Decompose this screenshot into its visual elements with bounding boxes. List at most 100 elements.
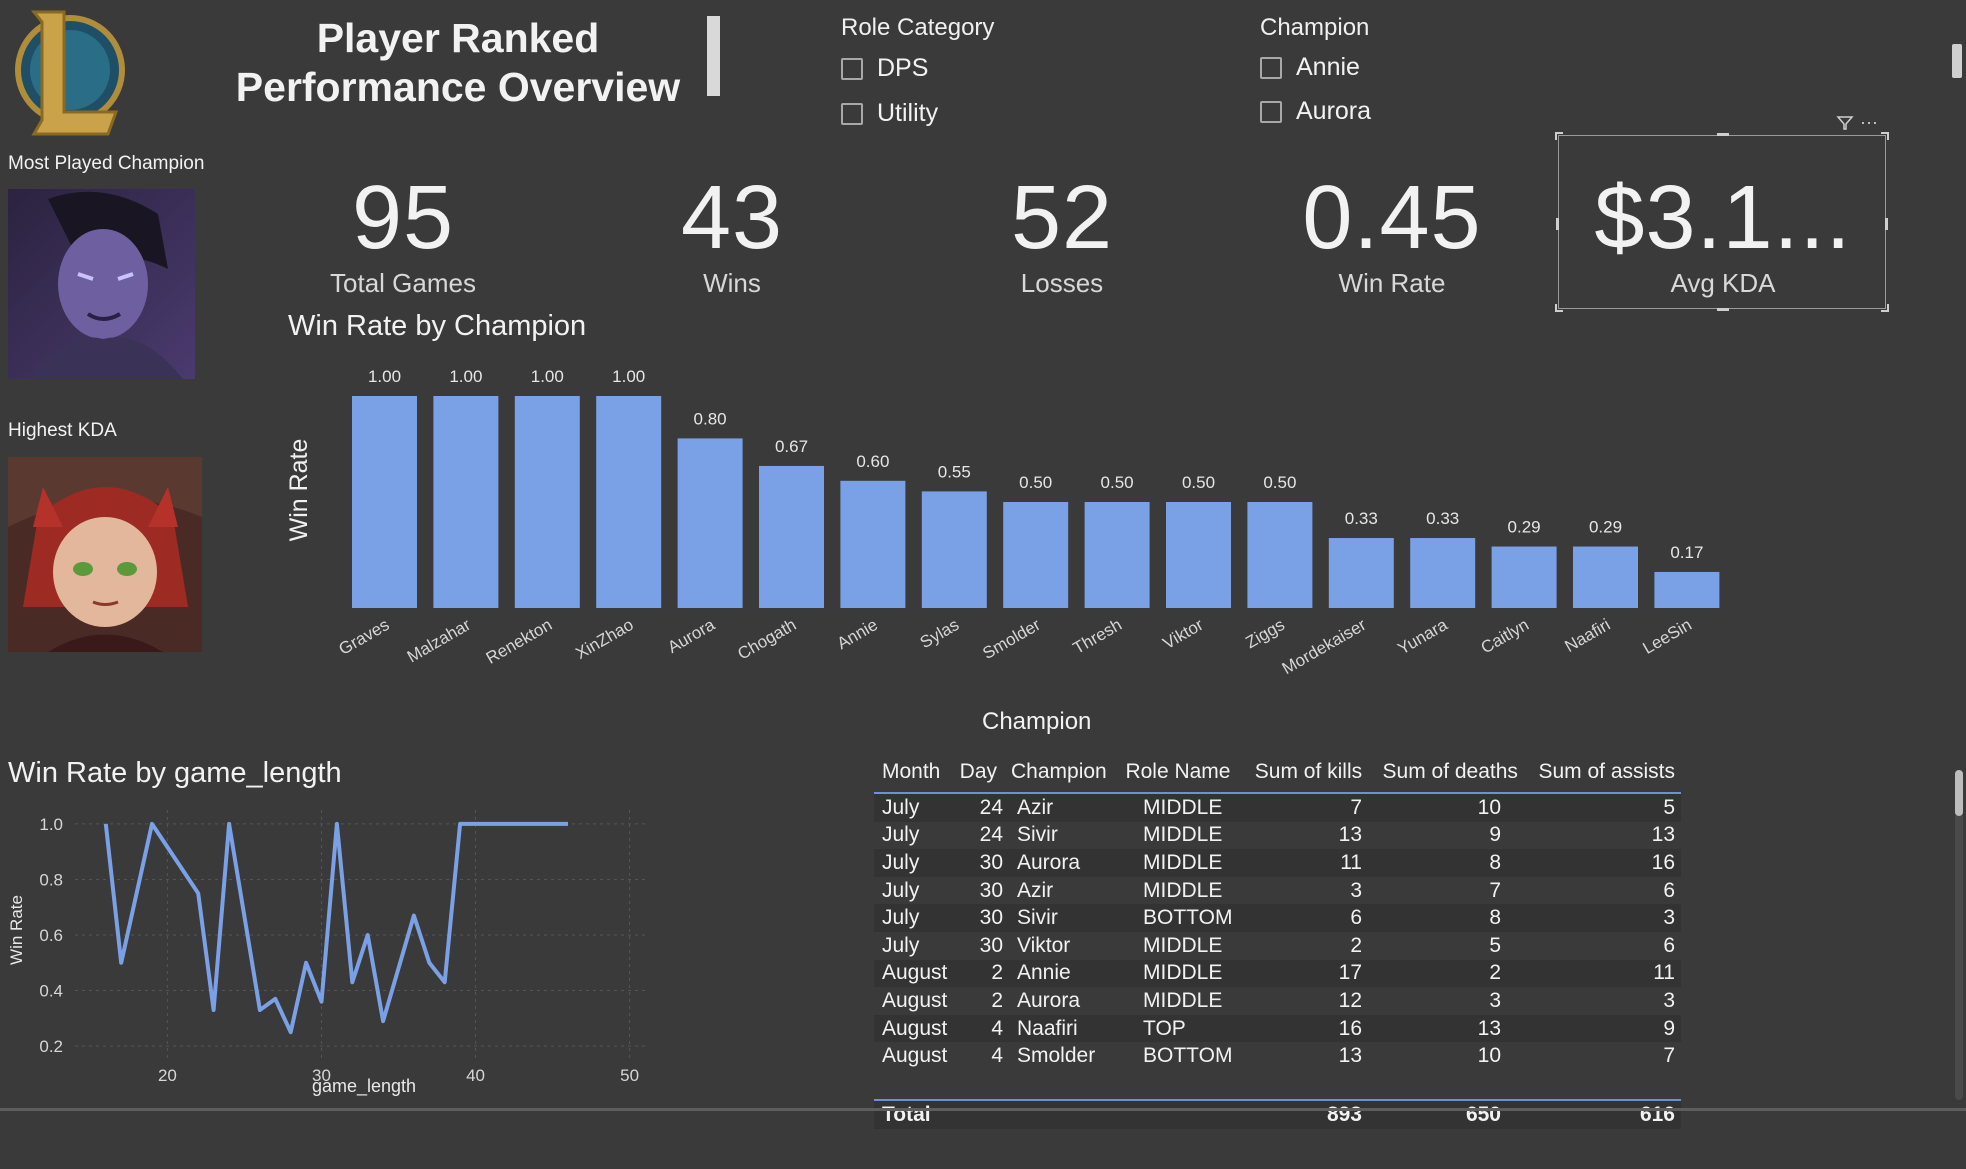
bar-value-label: 0.33 [1426, 509, 1459, 528]
col-assists[interactable]: Sum of assists [1524, 760, 1681, 793]
table-cell: 8 [1489, 850, 1501, 874]
bar[interactable] [1573, 546, 1638, 608]
table-cell: 11 [1653, 961, 1675, 985]
y-tick-label: 0.4 [39, 982, 63, 1001]
table-cell: Azir [1017, 878, 1054, 902]
table-total-row: Total 893 650 616 [874, 1100, 1681, 1129]
match-details-table: Month Day Champion Role Name Sum of kill… [874, 760, 1681, 1129]
checkbox[interactable] [841, 102, 863, 125]
col-deaths[interactable]: Sum of deaths [1368, 760, 1524, 793]
win-rate-by-game-length-title: Win Rate by game_length [8, 757, 342, 789]
x-tick-label: 40 [466, 1066, 485, 1085]
role-option-utility[interactable]: Utility [841, 99, 938, 128]
table-cell: 2 [991, 988, 1003, 1012]
y-axis-label: Win Rate [285, 439, 313, 542]
bar[interactable] [352, 396, 417, 608]
kpi-label: Total Games [330, 268, 476, 298]
table-cell: Smolder [1017, 1044, 1096, 1068]
checkbox[interactable] [1260, 100, 1282, 123]
bar-category-label: Annie [834, 615, 881, 653]
role-option-label: DPS [877, 54, 929, 82]
bar[interactable] [1328, 538, 1394, 608]
kpi-value: 43 [680, 168, 784, 268]
bar-value-label: 1.00 [612, 367, 645, 386]
col-role-name[interactable]: Role Name [1117, 760, 1241, 793]
role-option-dps[interactable]: DPS [841, 54, 928, 83]
table-cell: Annie [1017, 961, 1071, 985]
bar[interactable] [921, 491, 987, 608]
col-day[interactable]: Day [949, 760, 1003, 793]
title-divider [707, 16, 720, 96]
checkbox[interactable] [841, 57, 863, 80]
filter-icon[interactable] [1836, 114, 1854, 137]
table-cell: MIDDLE [1143, 823, 1223, 847]
total-assists: 616 [1639, 1102, 1675, 1126]
bar-category-label: Viktor [1160, 615, 1207, 653]
table-row[interactable]: July 24 Azir MIDDLE 7 10 5 [874, 794, 1681, 822]
table-row[interactable]: August 4 Smolder BOTTOM 13 10 7 [874, 1042, 1681, 1070]
page-scrollbar-thumb[interactable] [1952, 44, 1962, 78]
bar[interactable] [759, 465, 824, 608]
table-cell: Naafiri [1017, 1016, 1078, 1040]
checkbox[interactable] [1260, 56, 1282, 79]
bar[interactable] [1084, 502, 1150, 608]
table-row[interactable]: July 30 Aurora MIDDLE 11 8 16 [874, 849, 1681, 877]
champion-option-label: Annie [1296, 53, 1360, 81]
more-options-icon[interactable]: ··· [1860, 112, 1878, 133]
table-cell: 6 [1663, 878, 1675, 902]
bar-category-label: Malzahar [404, 615, 474, 667]
highest-kda-label: Highest KDA [8, 420, 117, 441]
kpi-value: 0.45 [1302, 168, 1482, 268]
table-scrollbar-thumb[interactable] [1955, 770, 1963, 816]
bar[interactable] [1003, 502, 1069, 608]
table-row[interactable]: August 4 Naafiri TOP 16 13 9 [874, 1014, 1681, 1043]
bar[interactable] [514, 396, 580, 608]
bar[interactable] [840, 480, 906, 608]
title-line-1: Player Ranked [316, 15, 600, 61]
table-row[interactable]: July 24 Sivir MIDDLE 13 9 13 [874, 821, 1681, 850]
win-rate-by-champion-title: Win Rate by Champion [288, 310, 587, 342]
bar[interactable] [677, 438, 743, 608]
table-cell: 30 [979, 878, 1003, 902]
table-row[interactable]: August 2 Annie MIDDLE 17 2 11 [874, 959, 1681, 988]
table-row[interactable]: July 30 Sivir BOTTOM 6 8 3 [874, 904, 1681, 932]
bar-category-label: Graves [336, 615, 393, 659]
kpi-value: $3.1... [1594, 168, 1852, 268]
kpi-value: 52 [1010, 168, 1114, 268]
table-cell: MIDDLE [1143, 988, 1223, 1012]
table-row[interactable]: August 2 Aurora MIDDLE 12 3 3 [874, 987, 1681, 1015]
bar[interactable] [1654, 571, 1720, 608]
table-cell: 24 [979, 795, 1003, 819]
champion-heading: Champion [1260, 14, 1370, 41]
bar-category-label: Chogath [734, 615, 799, 664]
bar-value-label: 0.55 [938, 462, 971, 481]
title-line-2: Performance Overview [235, 64, 681, 110]
table-cell: 12 [1338, 988, 1362, 1012]
kpi-label: Wins [703, 268, 761, 298]
bar[interactable] [596, 396, 662, 608]
table-scrollbar[interactable] [1955, 770, 1963, 1100]
bar-value-label: 0.60 [856, 452, 889, 471]
bar[interactable] [1166, 502, 1231, 608]
table-row[interactable]: July 30 Viktor MIDDLE 2 5 6 [874, 931, 1681, 960]
table-row[interactable]: July 30 Azir MIDDLE 3 7 6 [874, 876, 1681, 905]
table-body[interactable]: July 24 Azir MIDDLE 7 10 5 July 24 Sivir MIDDLE 13 9… [874, 794, 1681, 1099]
kpi-avg-kda-card[interactable]: $3.1... Avg KDA [1555, 132, 1889, 312]
champion-option-annie[interactable]: Annie [1260, 53, 1360, 82]
bar[interactable] [1491, 546, 1557, 608]
bar-value-label: 0.80 [694, 409, 727, 428]
page-title: Player Ranked Performance Overview [228, 14, 688, 112]
bar-value-label: 1.00 [449, 367, 482, 386]
table-cell: 3 [1489, 988, 1501, 1012]
bar[interactable] [1410, 538, 1476, 608]
bar-category-label: Ziggs [1242, 615, 1288, 652]
col-month[interactable]: Month [874, 760, 949, 793]
col-champion[interactable]: Champion [1003, 760, 1117, 793]
kpi-wins: 43 Wins [582, 172, 882, 299]
bar[interactable] [1247, 502, 1313, 608]
champion-option-aurora[interactable]: Aurora [1260, 97, 1371, 126]
col-kills[interactable]: Sum of kills [1242, 760, 1369, 793]
bar-category-label: Sylas [917, 615, 963, 652]
table-cell: 30 [979, 933, 1003, 957]
bar[interactable] [433, 396, 499, 608]
